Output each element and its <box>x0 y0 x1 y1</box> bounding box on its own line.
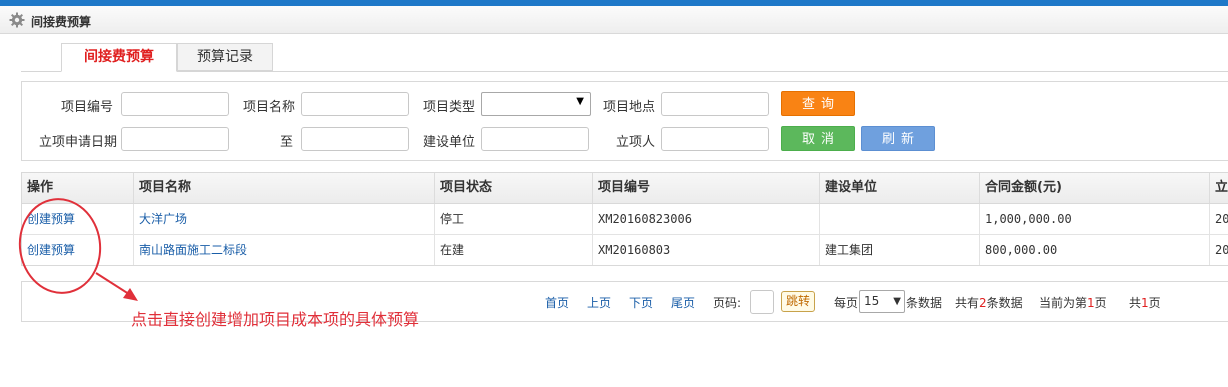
construction-unit <box>820 204 980 234</box>
extra-cell: 20 <box>1215 212 1228 226</box>
column-header-extra: 立 <box>1215 180 1228 195</box>
tab-indirect-budget[interactable]: 间接费预算 <box>61 43 177 72</box>
apply-date-label: 立项申请日期 <box>39 135 118 150</box>
gear-icon <box>9 12 25 28</box>
chevron-down-icon: ▼ <box>576 96 584 107</box>
column-header-unit: 建设单位 <box>820 173 980 203</box>
column-header-code: 项目编号 <box>593 173 820 203</box>
contract-amount: 800,000.00 <box>980 235 1210 265</box>
query-button[interactable]: 查询 <box>781 91 855 116</box>
cancel-button[interactable]: 取消 <box>781 126 855 151</box>
project-status: 停工 <box>435 204 593 234</box>
last-page-link[interactable]: 尾页 <box>671 294 695 311</box>
page-number-label: 页码: <box>713 296 742 310</box>
column-header-amount: 合同金额(元) <box>980 173 1210 203</box>
page-number-input[interactable] <box>750 290 774 314</box>
search-panel: 项目编号 项目名称 项目类型 ▼ 项目地点 查询 立项申请日期 至 建设单位 立… <box>21 81 1228 161</box>
table-row: 创建预算 南山路面施工二标段 在建 XM20160803 建工集团 800,00… <box>22 235 1228 265</box>
annotation-text: 点击直接创建增加项目成本项的具体预算 <box>131 310 420 329</box>
table-row: 创建预算 大洋广场 停工 XM20160823006 1,000,000.00 … <box>22 204 1228 235</box>
to-label: 至 <box>280 135 294 150</box>
create-budget-link[interactable]: 创建预算 <box>22 204 134 234</box>
project-table: 操作 项目名称 项目状态 项目编号 建设单位 合同金额(元) 立 创建预算 大洋… <box>21 172 1228 266</box>
project-status: 在建 <box>435 235 593 265</box>
construction-unit-label: 建设单位 <box>423 135 476 150</box>
tab-budget-records[interactable]: 预算记录 <box>177 43 273 71</box>
page-title: 间接费预算 <box>31 15 92 29</box>
per-page-select[interactable]: 15 ▼ <box>859 290 905 313</box>
project-code: XM20160823006 <box>593 204 820 234</box>
contract-amount: 1,000,000.00 <box>980 204 1210 234</box>
chevron-down-icon: ▼ <box>893 296 901 307</box>
tab-bar: 间接费预算 预算记录 <box>21 43 1228 72</box>
project-name-label: 项目名称 <box>243 100 296 115</box>
project-type-label: 项目类型 <box>423 100 476 115</box>
extra-cell: 20 <box>1215 243 1228 257</box>
create-budget-link[interactable]: 创建预算 <box>22 235 134 265</box>
project-name-input[interactable] <box>301 92 409 116</box>
project-name-link[interactable]: 南山路面施工二标段 <box>134 235 435 265</box>
jump-button[interactable]: 跳转 <box>781 291 815 312</box>
per-page-prefix: 每页 <box>834 296 859 310</box>
total-records: 共有2条数据 <box>955 296 1023 310</box>
per-page-suffix: 条数据 <box>906 296 943 310</box>
column-header-action: 操作 <box>22 173 134 203</box>
next-page-link[interactable]: 下页 <box>629 294 653 311</box>
initiator-label: 立项人 <box>616 135 656 150</box>
title-bar: 间接费预算 <box>0 6 1228 34</box>
construction-unit: 建工集团 <box>820 235 980 265</box>
first-page-link[interactable]: 首页 <box>545 294 569 311</box>
apply-date-from-input[interactable] <box>121 127 229 151</box>
project-code-label: 项目编号 <box>61 100 114 115</box>
construction-unit-input[interactable] <box>481 127 589 151</box>
project-code-input[interactable] <box>121 92 229 116</box>
apply-date-to-input[interactable] <box>301 127 409 151</box>
project-name-link[interactable]: 大洋广场 <box>134 204 435 234</box>
table-header: 操作 项目名称 项目状态 项目编号 建设单位 合同金额(元) 立 <box>22 173 1228 204</box>
project-code: XM20160803 <box>593 235 820 265</box>
initiator-input[interactable] <box>661 127 769 151</box>
project-type-select[interactable]: ▼ <box>481 92 591 116</box>
per-page-value: 15 <box>864 294 880 308</box>
column-header-status: 项目状态 <box>435 173 593 203</box>
total-pages-info: 共1页 <box>1129 296 1161 310</box>
prev-page-link[interactable]: 上页 <box>587 294 611 311</box>
column-header-name: 项目名称 <box>134 173 435 203</box>
refresh-button[interactable]: 刷新 <box>861 126 935 151</box>
project-location-label: 项目地点 <box>603 100 656 115</box>
current-page-info: 当前为第1页 <box>1039 296 1107 310</box>
project-location-input[interactable] <box>661 92 769 116</box>
